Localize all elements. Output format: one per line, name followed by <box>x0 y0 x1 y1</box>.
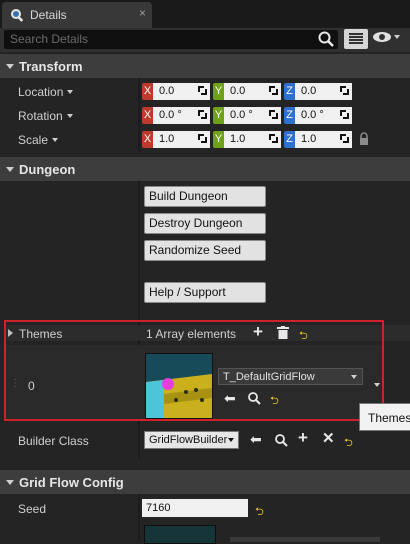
category-title: Grid Flow Config <box>19 474 124 490</box>
drag-arrows-icon <box>340 110 349 119</box>
drag-arrows-icon <box>269 86 278 95</box>
rotation-x-field[interactable]: 0.0 ° <box>153 107 210 124</box>
chevron-down-icon <box>67 90 74 94</box>
scale-y-field[interactable]: 1.0 <box>224 131 281 148</box>
browse-search-icon[interactable] <box>274 433 288 447</box>
chevron-down-icon <box>228 438 234 442</box>
rotation-z-field[interactable]: 0.0 ° <box>295 107 352 124</box>
chevron-down-icon <box>394 35 400 39</box>
chevron-down-icon <box>66 114 73 118</box>
location-label[interactable]: Location <box>18 85 74 99</box>
seed-label: Seed <box>18 502 47 516</box>
category-dungeon[interactable]: Dungeon <box>0 157 410 181</box>
table-icon <box>349 33 363 44</box>
search-icon[interactable] <box>318 31 334 47</box>
lock-icon[interactable] <box>359 132 369 146</box>
drag-arrows-icon <box>198 134 207 143</box>
scale-z-field[interactable]: 1.0 <box>295 131 352 148</box>
drag-arrows-icon <box>340 86 349 95</box>
seed-field[interactable]: 7160 <box>142 499 248 517</box>
category-title: Dungeon <box>19 161 76 177</box>
tab-title: Details <box>30 8 67 22</box>
chevron-down-icon <box>52 138 59 142</box>
help-support-button[interactable]: Help / Support <box>144 282 266 303</box>
asset-thumbnail[interactable] <box>144 525 216 544</box>
property-matrix-button[interactable] <box>344 29 368 49</box>
eye-icon <box>373 32 391 42</box>
drag-arrows-icon <box>198 110 207 119</box>
column-divider[interactable] <box>138 494 140 542</box>
collapse-arrow-icon <box>6 479 14 485</box>
search-input[interactable]: Search Details <box>4 30 338 49</box>
reset-to-default-icon[interactable]: ⮌ <box>344 434 353 453</box>
axis-z-label: Z <box>284 131 295 148</box>
drag-arrows-icon <box>340 134 349 143</box>
close-icon[interactable]: × <box>139 6 146 20</box>
builder-class-combo[interactable]: GridFlowBuilder <box>144 431 239 449</box>
reset-to-default-icon[interactable]: ⮌ <box>255 503 264 522</box>
tab-details[interactable]: Details × <box>2 2 152 28</box>
location-z-field[interactable]: 0.0 <box>295 83 352 100</box>
category-transform[interactable]: Transform <box>0 54 410 78</box>
category-grid-flow-config[interactable]: Grid Flow Config <box>0 470 410 494</box>
axis-x-label: X <box>142 107 153 124</box>
scale-label[interactable]: Scale <box>18 133 59 147</box>
axis-z-label: Z <box>284 83 295 100</box>
asset-combo[interactable] <box>230 537 380 542</box>
axis-y-label: Y <box>213 83 224 100</box>
axis-x-label: X <box>142 83 153 100</box>
scale-x-field[interactable]: 1.0 <box>153 131 210 148</box>
axis-y-label: Y <box>213 107 224 124</box>
location-y-field[interactable]: 0.0 <box>224 83 281 100</box>
tooltip: Themes <box>359 403 410 431</box>
drag-arrows-icon <box>198 86 207 95</box>
axis-x-label: X <box>142 131 153 148</box>
builder-class-label: Builder Class <box>18 434 89 448</box>
location-x-field[interactable]: 0.0 <box>153 83 210 100</box>
highlight-box <box>4 320 384 421</box>
rotation-label[interactable]: Rotation <box>18 109 73 123</box>
drag-arrows-icon <box>269 110 278 119</box>
rotation-y-field[interactable]: 0.0 ° <box>224 107 281 124</box>
use-selected-arrow-icon[interactable]: ⬅ <box>250 432 262 446</box>
details-search-icon <box>11 9 24 22</box>
randomize-seed-button[interactable]: Randomize Seed <box>144 240 266 261</box>
drag-arrows-icon <box>269 134 278 143</box>
axis-z-label: Z <box>284 107 295 124</box>
category-title: Transform <box>19 58 83 74</box>
axis-y-label: Y <box>213 131 224 148</box>
collapse-arrow-icon <box>6 63 14 69</box>
collapse-arrow-icon <box>6 166 14 172</box>
destroy-dungeon-button[interactable]: Destroy Dungeon <box>144 213 266 234</box>
view-options-button[interactable] <box>372 31 400 43</box>
add-icon[interactable]: + <box>298 429 308 446</box>
build-dungeon-button[interactable]: Build Dungeon <box>144 186 266 207</box>
clear-icon[interactable]: ✕ <box>322 431 335 446</box>
column-divider[interactable] <box>138 78 140 152</box>
